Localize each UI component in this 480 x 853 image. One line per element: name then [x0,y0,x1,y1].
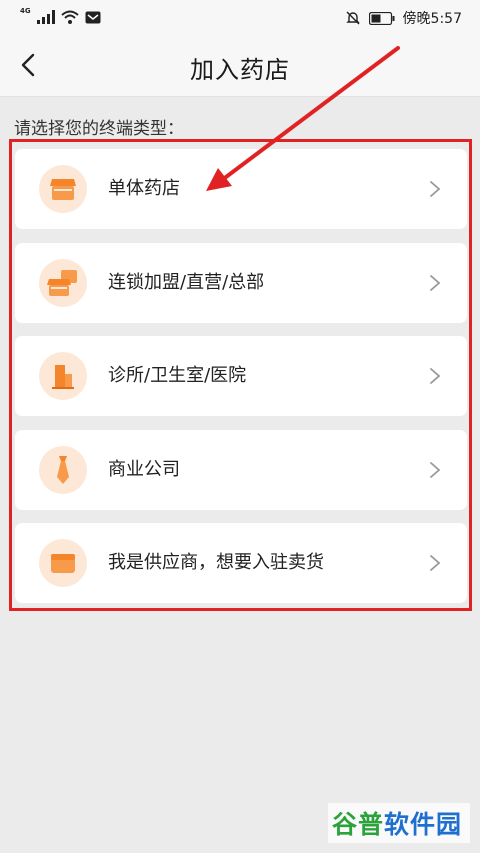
section-label: 请选择您的终端类型： [14,119,184,139]
page-title: 加入药店 [190,56,290,84]
status-bar: 4G 傍晚5:57 [0,0,480,34]
annotation-highlight-box [9,139,472,611]
network-type: 4G [20,7,31,15]
nav-bar: 加入药店 [0,34,480,97]
watermark-logo: 谷普 软件园 [328,803,470,843]
mute-bell-icon [345,11,360,25]
status-time: 傍晚5:57 [402,11,462,27]
wifi-icon [60,10,79,24]
battery-icon [368,11,395,25]
cell-signal-icon [36,10,55,24]
mail-notification-icon [85,11,101,24]
